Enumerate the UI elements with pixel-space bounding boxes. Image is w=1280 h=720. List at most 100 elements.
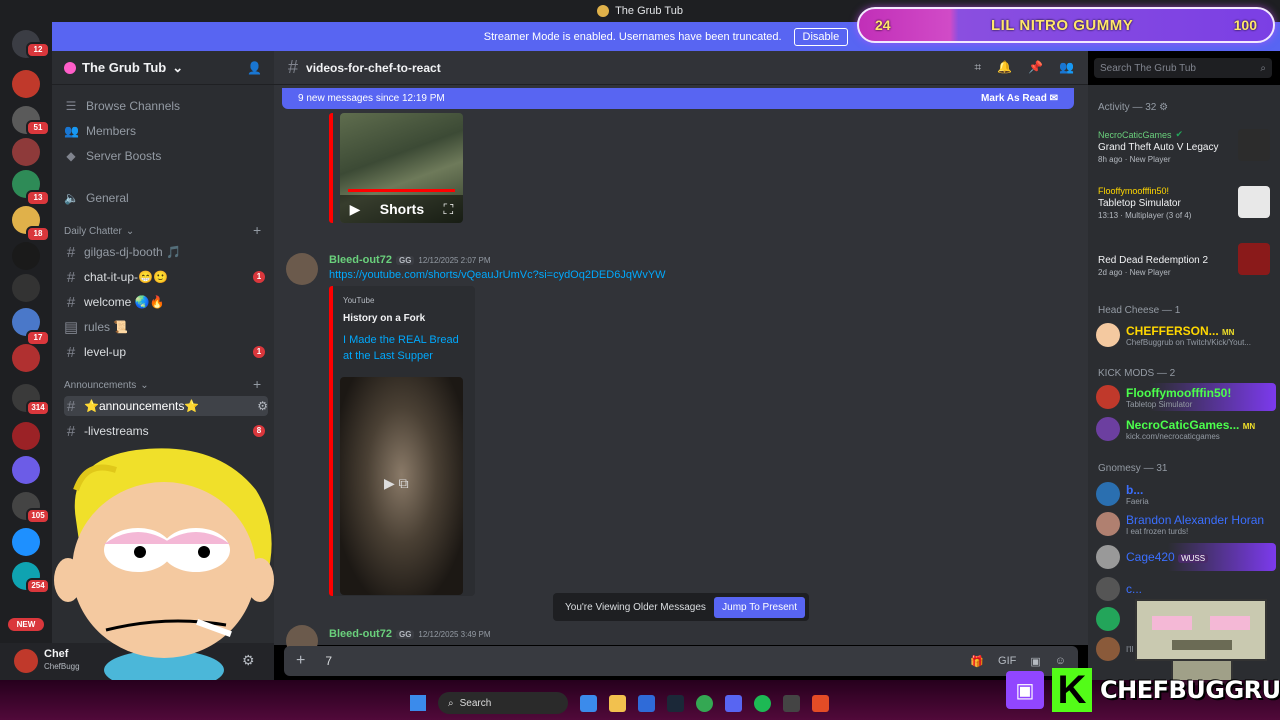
video-thumbnail[interactable]: ▶ Shorts ⛶ bbox=[340, 113, 463, 223]
play-icon[interactable]: ▶ bbox=[350, 201, 361, 218]
server-icon[interactable] bbox=[12, 274, 40, 302]
author-name[interactable]: Bleed-out72 bbox=[329, 254, 392, 266]
members-toggle-icon[interactable]: 👥 bbox=[1059, 60, 1074, 75]
channel-item-announcements[interactable]: # ⭐announcements⭐ ⚙ bbox=[64, 396, 268, 416]
member-item[interactable]: CHEFFERSON... MN ChefBuggrub on Twitch/K… bbox=[1096, 321, 1276, 349]
channel-item[interactable]: # -livestreams 8 bbox=[64, 421, 268, 441]
server-boosts-nav[interactable]: ◆ Server Boosts bbox=[64, 149, 161, 163]
channel-item[interactable]: # level-up 1 bbox=[64, 342, 268, 362]
gif-icon[interactable]: GIF bbox=[998, 655, 1016, 668]
spotify-icon[interactable] bbox=[754, 694, 771, 712]
server-icon[interactable] bbox=[12, 70, 40, 98]
folder-icon[interactable] bbox=[609, 694, 626, 712]
goal-target: 100 bbox=[1233, 17, 1257, 33]
taskbar-search[interactable]: ⌕ Search bbox=[438, 692, 568, 714]
pin-icon[interactable]: 📌 bbox=[1028, 60, 1043, 75]
member-item[interactable]: b... Faeria bbox=[1096, 480, 1276, 508]
window-title: The Grub Tub bbox=[615, 5, 683, 17]
member-item[interactable]: NecroCaticGames... MN kick.com/necrocati… bbox=[1096, 415, 1276, 443]
server-icon[interactable] bbox=[12, 528, 40, 556]
member-status: ChefBuggrub on Twitch/Kick/Yout... bbox=[1126, 337, 1251, 347]
server-icon[interactable] bbox=[12, 456, 40, 484]
play-icon[interactable]: ▶ ⧉ bbox=[384, 475, 409, 492]
timestamp: 12/12/2025 3:49 PM bbox=[418, 629, 491, 639]
avatar[interactable] bbox=[286, 253, 318, 285]
app-icon[interactable] bbox=[638, 694, 655, 712]
category-daily-chatter[interactable]: Daily Chatter ⌄ bbox=[64, 226, 134, 237]
windows-start-icon[interactable] bbox=[410, 695, 426, 711]
member-item[interactable]: Brandon Alexander Horan I eat frozen tur… bbox=[1096, 510, 1276, 538]
invite-icon[interactable]: 👤 bbox=[247, 61, 262, 75]
disable-button[interactable]: Disable bbox=[793, 27, 849, 46]
browse-channels[interactable]: ☰ Browse Channels bbox=[64, 99, 180, 113]
nav-label: Browse Channels bbox=[86, 99, 181, 113]
message-composer[interactable]: + 7 🎁 GIF ▣ ☺ bbox=[284, 646, 1078, 676]
channel-title: videos-for-chef-to-react bbox=[306, 60, 441, 75]
message-header: Bleed-out72 GG 12/12/2025 3:49 PM bbox=[329, 628, 490, 640]
server-icon[interactable] bbox=[12, 422, 40, 450]
unread-badge: 1 bbox=[253, 346, 265, 358]
category-announcements[interactable]: Announcements ⌄ bbox=[64, 380, 149, 391]
embed-title[interactable]: I Made the REAL Bread at the Last Supper bbox=[343, 332, 465, 364]
embed-accent bbox=[329, 113, 333, 223]
hash-icon: # bbox=[66, 268, 76, 286]
activity-card[interactable]: Flooffymoofffin50! Tabletop Simulator 13… bbox=[1098, 186, 1274, 220]
twitch-icon: ▣ bbox=[1006, 671, 1044, 709]
embed-author[interactable]: History on a Fork bbox=[343, 313, 465, 324]
new-messages-bar[interactable]: 9 new messages since 12:19 PM Mark As Re… bbox=[282, 88, 1074, 109]
server-icon bbox=[597, 5, 610, 17]
server-header[interactable]: The Grub Tub ⌄ 👤 bbox=[52, 51, 274, 85]
steam-icon[interactable] bbox=[667, 694, 684, 712]
member-item[interactable]: Cage420 WUSS bbox=[1096, 543, 1276, 571]
fullscreen-icon[interactable]: ⛶ bbox=[443, 201, 453, 218]
chevron-down-icon: ⌄ bbox=[140, 380, 149, 391]
hash-icon: # bbox=[66, 293, 76, 311]
activity-card[interactable]: NecroCaticGames ✔ Grand Theft Auto V Lega… bbox=[1098, 129, 1274, 164]
channel-item[interactable]: ▤ rules 📜 bbox=[64, 317, 268, 337]
mark-as-read-button[interactable]: Mark As Read ✉ bbox=[981, 93, 1058, 104]
threads-icon[interactable]: ⌗ bbox=[974, 60, 981, 75]
avatar[interactable] bbox=[14, 649, 38, 673]
server-badge: 18 bbox=[26, 226, 50, 242]
message-list[interactable]: 9 new messages since 12:19 PM Mark As Re… bbox=[274, 85, 1088, 657]
add-channel-icon[interactable]: + bbox=[253, 376, 261, 392]
message-link[interactable]: https://youtube.com/shorts/vQeauJrUmVc?s… bbox=[329, 269, 666, 281]
app-icon[interactable] bbox=[783, 694, 800, 712]
channel-label: welcome 🌏🔥 bbox=[84, 295, 165, 309]
search-input[interactable]: Search The Grub Tub ⌕ bbox=[1094, 58, 1272, 78]
member-name: b... bbox=[1126, 482, 1144, 497]
video-thumbnail[interactable]: ▶ ⧉ bbox=[340, 377, 463, 595]
add-channel-icon[interactable]: + bbox=[253, 222, 261, 238]
brand-name: CHEFBUGGRUB bbox=[1100, 676, 1280, 704]
member-status: Tabletop Simulator bbox=[1126, 399, 1193, 409]
voice-channel-general[interactable]: 🔈 General bbox=[64, 191, 129, 205]
channel-item[interactable]: # chat-it-up-😁🙂 1 bbox=[64, 267, 268, 287]
gear-icon[interactable]: ⚙ bbox=[257, 399, 268, 413]
bell-icon[interactable]: 🔔 bbox=[997, 60, 1012, 75]
jump-to-present-button[interactable]: Jump To Present bbox=[714, 596, 805, 618]
activity-user: NecroCaticGames bbox=[1098, 129, 1172, 140]
member-item[interactable]: Flooffymoofffin50! Tabletop Simulator bbox=[1096, 383, 1276, 411]
sticker-icon[interactable]: ▣ bbox=[1030, 655, 1040, 668]
rules-icon: ▤ bbox=[64, 319, 79, 336]
avatar bbox=[1096, 417, 1120, 441]
message-input[interactable]: 7 bbox=[325, 654, 332, 668]
activity-card[interactable]: Red Dead Redemption 2 2d ago · New Playe… bbox=[1098, 243, 1274, 277]
author-name[interactable]: Bleed-out72 bbox=[329, 628, 392, 640]
chrome-icon[interactable] bbox=[696, 694, 713, 712]
member-status: I eat frozen turds! bbox=[1126, 526, 1189, 536]
app-icon[interactable] bbox=[580, 694, 597, 712]
channel-item[interactable]: # gilgas-dj-booth 🎵 bbox=[64, 242, 268, 262]
server-icon[interactable] bbox=[12, 242, 40, 270]
server-icon[interactable] bbox=[12, 138, 40, 166]
emoji-icon[interactable]: ☺ bbox=[1055, 655, 1066, 668]
server-icon[interactable] bbox=[12, 344, 40, 372]
discord-icon[interactable] bbox=[725, 694, 742, 712]
channel-item[interactable]: # welcome 🌏🔥 bbox=[64, 292, 268, 312]
role-header: Gnomesy — 31 bbox=[1098, 463, 1168, 474]
gift-icon[interactable]: 🎁 bbox=[970, 655, 984, 668]
app-icon[interactable] bbox=[812, 694, 829, 712]
add-attachment-icon[interactable]: + bbox=[296, 652, 305, 670]
banner-text: Streamer Mode is enabled. Usernames have… bbox=[483, 30, 782, 43]
members-nav[interactable]: 👥 Members bbox=[64, 124, 136, 138]
